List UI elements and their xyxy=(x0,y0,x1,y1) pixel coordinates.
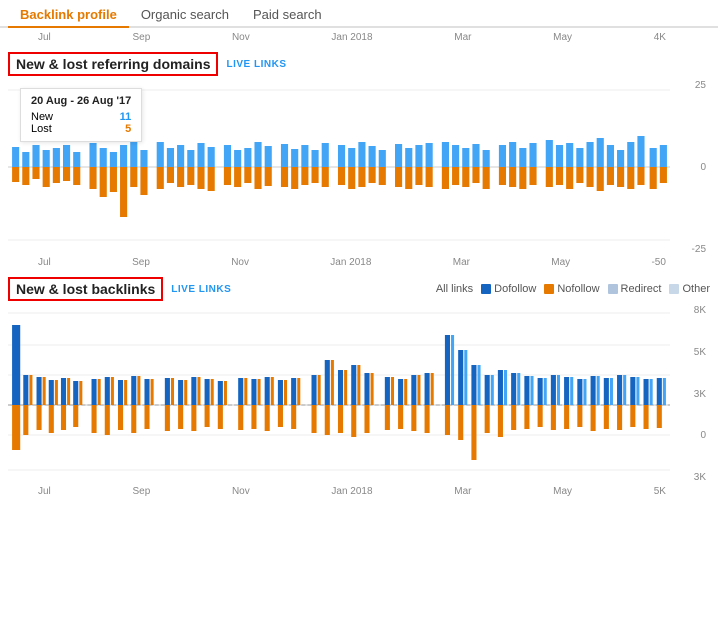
axis-label-may: May xyxy=(553,32,572,46)
legend-all-links: All links xyxy=(436,283,473,295)
chart1-title: New & lost referring domains xyxy=(8,52,218,76)
bot-axis-may: May xyxy=(551,257,570,271)
chart2-live-links[interactable]: LIVE LINKS xyxy=(171,284,231,295)
legend-redirect-label: Redirect xyxy=(621,283,662,295)
bot2-may: May xyxy=(553,486,572,499)
bot2-jul: Jul xyxy=(38,486,51,499)
legend-dofollow-label: Dofollow xyxy=(494,283,536,295)
axis-label-jul: Jul xyxy=(38,32,51,46)
bot-axis-sep: Sep xyxy=(132,257,150,271)
chart2-bars xyxy=(8,305,670,483)
legend-nofollow-label: Nofollow xyxy=(557,283,599,295)
chart2-wrap: 8K 5K 3K 0 3K xyxy=(8,305,710,483)
legend-other: Other xyxy=(669,283,710,295)
y2-label-5k: 5K xyxy=(694,347,706,358)
y-label-0: 0 xyxy=(700,162,706,173)
legend-other-label: Other xyxy=(682,283,710,295)
bot-axis-jan: Jan 2018 xyxy=(330,257,371,271)
tooltip-lost-value: 5 xyxy=(125,123,131,135)
chart1-header: New & lost referring domains LIVE LINKS xyxy=(0,46,718,80)
chart1-y-axis: 25 0 -25 xyxy=(674,80,710,255)
chart1-live-links[interactable]: LIVE LINKS xyxy=(226,59,286,70)
axis-label-sep: Sep xyxy=(132,32,150,46)
bot-axis-mar: Mar xyxy=(453,257,470,271)
chart2-axis-bottom: Jul Sep Nov Jan 2018 Mar May 5K xyxy=(0,483,718,499)
chart2-y-axis: 8K 5K 3K 0 3K xyxy=(674,305,710,483)
legend-redirect: Redirect xyxy=(608,283,662,295)
chart1-tooltip: 20 Aug - 26 Aug '17 New 11 Lost 5 xyxy=(20,88,142,142)
tab-bar: Backlink profile Organic search Paid sea… xyxy=(0,0,718,28)
legend-dofollow-dot xyxy=(481,284,491,294)
chart2-title: New & lost backlinks xyxy=(8,277,163,301)
tooltip-new-row: New 11 xyxy=(31,111,131,123)
legend-other-dot xyxy=(669,284,679,294)
bot2-5k: 5K xyxy=(654,486,666,499)
y2-label-0: 0 xyxy=(700,430,706,441)
bot2-mar: Mar xyxy=(454,486,471,499)
y2-label-8k: 8K xyxy=(694,305,706,316)
top-axis-row: Jul Sep Nov Jan 2018 Mar May 4K xyxy=(0,28,718,46)
tab-paid-search[interactable]: Paid search xyxy=(241,3,334,28)
bot2-nov: Nov xyxy=(232,486,250,499)
tooltip-date: 20 Aug - 26 Aug '17 xyxy=(31,95,131,107)
legend-dofollow: Dofollow xyxy=(481,283,536,295)
chart2-svg xyxy=(8,305,670,483)
axis-label-jan: Jan 2018 xyxy=(331,32,372,46)
tab-backlink-profile[interactable]: Backlink profile xyxy=(8,3,129,28)
chart1-wrap: // Generated inline via template — bars … xyxy=(8,80,710,255)
y-label-minus25: -25 xyxy=(692,244,706,255)
tab-organic-search[interactable]: Organic search xyxy=(129,3,241,28)
legend-nofollow: Nofollow xyxy=(544,283,599,295)
tooltip-new-label: New xyxy=(31,111,53,123)
legend-nofollow-dot xyxy=(544,284,554,294)
axis-label-nov: Nov xyxy=(232,32,250,46)
chart2-legend: All links Dofollow Nofollow Redirect Oth… xyxy=(436,283,710,295)
legend-redirect-dot xyxy=(608,284,618,294)
axis-label-mar: Mar xyxy=(454,32,471,46)
bot-axis-nov: Nov xyxy=(231,257,249,271)
tooltip-new-value: 11 xyxy=(120,111,132,123)
bot2-sep: Sep xyxy=(132,486,150,499)
bot-axis-jul: Jul xyxy=(38,257,51,271)
bottom-axis-row: Jul Sep Nov Jan 2018 Mar May -50 xyxy=(0,255,718,271)
bot-axis-50: -50 xyxy=(651,257,665,271)
tooltip-lost-label: Lost xyxy=(31,123,52,135)
y2-label-3k-neg: 3K xyxy=(694,472,706,483)
bot2-jan: Jan 2018 xyxy=(331,486,372,499)
chart2-header: New & lost backlinks LIVE LINKS All link… xyxy=(0,271,718,305)
y2-label-3k: 3K xyxy=(694,389,706,400)
axis-label-4k: 4K xyxy=(654,32,666,46)
y-label-25: 25 xyxy=(695,80,706,91)
tooltip-lost-row: Lost 5 xyxy=(31,123,131,135)
